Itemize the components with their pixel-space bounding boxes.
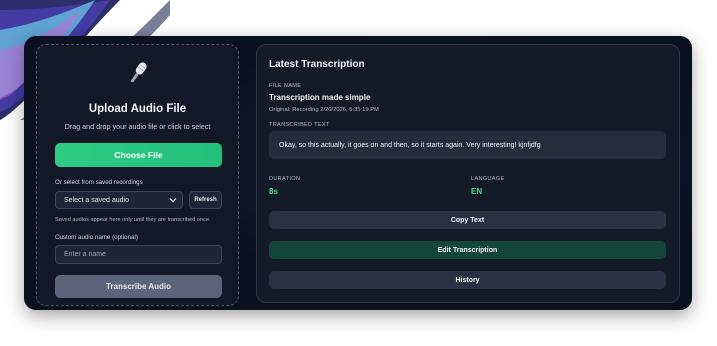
upload-title: Upload Audio File (88, 103, 187, 115)
file-name-value: Transcription made simple (269, 93, 371, 102)
upload-dropzone[interactable]: Upload Audio File Drag and drop your aud… (36, 44, 239, 306)
latest-transcription-panel: Latest Transcription FILE NAME Transcrip… (256, 44, 680, 303)
saved-recordings-label: Or select from saved recordings (55, 179, 143, 186)
language-caption: LANGUAGE (471, 176, 505, 182)
duration-caption: DURATION (269, 176, 301, 182)
original-recording-info: Original: Recording 2/20/2026, 5:35:19 P… (269, 107, 379, 113)
edit-transcription-button[interactable]: Edit Transcription (269, 241, 666, 259)
refresh-button[interactable]: Refresh (189, 191, 222, 209)
custom-name-label: Custom audio name (optional) (55, 234, 138, 241)
chevron-down-icon (169, 196, 177, 204)
transcribed-text-box: Okay, so this actually, it goes on and t… (269, 131, 666, 159)
saved-audio-select-value: Select a saved audio (64, 196, 129, 204)
choose-file-button[interactable]: Choose File (55, 143, 222, 167)
saved-audio-select[interactable]: Select a saved audio (55, 191, 183, 209)
transcribed-text-value: Okay, so this actually, it goes on and t… (279, 141, 541, 149)
history-button[interactable]: History (269, 271, 666, 289)
microphone-icon (124, 59, 152, 87)
language-value: EN (471, 187, 483, 196)
app-window: Upload Audio File Drag and drop your aud… (24, 36, 692, 310)
panel-title: Latest Transcription (269, 59, 365, 70)
saved-audio-note: Saved audios appear here only until they… (55, 217, 211, 223)
file-name-caption: FILE NAME (269, 83, 302, 89)
copy-text-button[interactable]: Copy Text (269, 211, 666, 229)
upload-subtitle: Drag and drop your audio file or click t… (64, 122, 211, 131)
duration-value: 8s (269, 187, 278, 196)
transcribe-audio-button[interactable]: Transcribe Audio (55, 275, 222, 298)
transcribed-text-caption: TRANSCRIBED TEXT (269, 122, 330, 128)
custom-name-input[interactable] (55, 245, 222, 264)
